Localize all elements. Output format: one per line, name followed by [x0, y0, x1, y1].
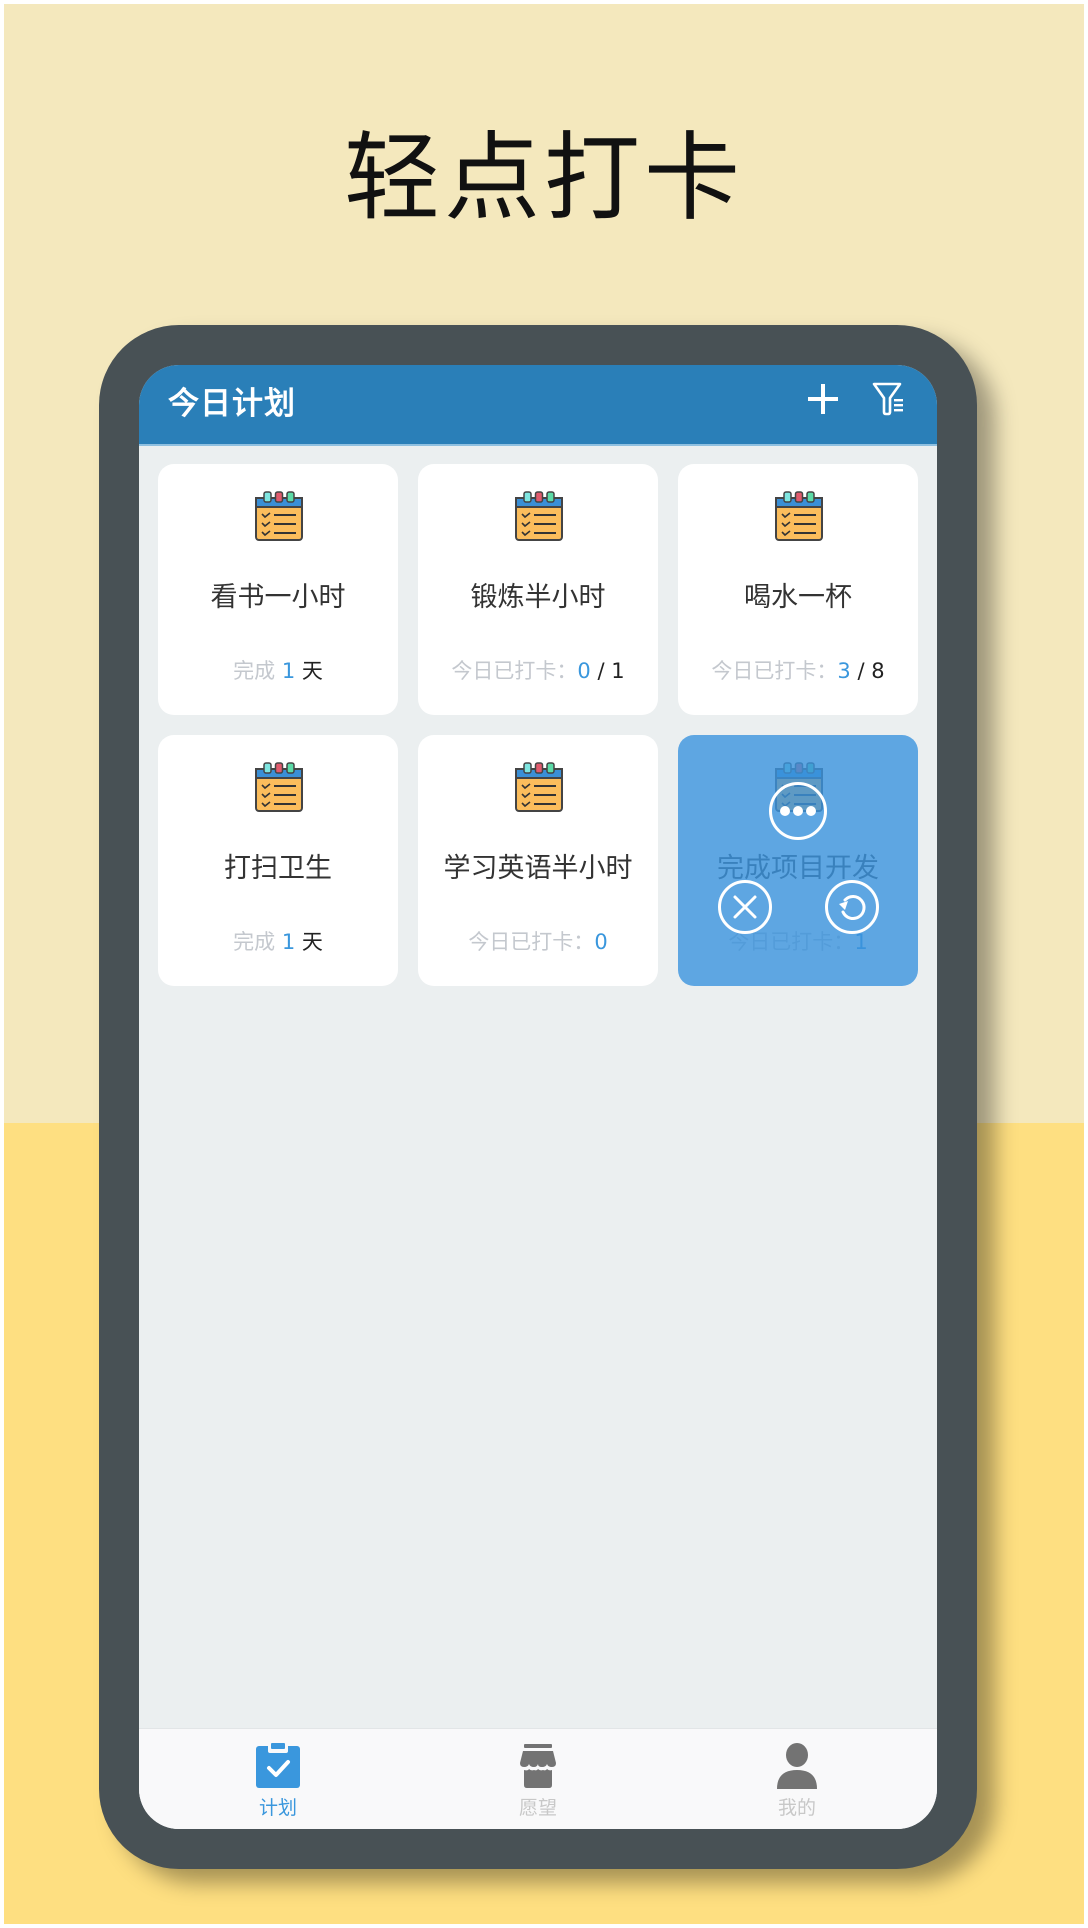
status-suffix: / 1 — [597, 659, 625, 683]
tab-label: 我的 — [777, 1797, 816, 1819]
tab-label: 计划 — [258, 1797, 297, 1819]
plan-title: 锻炼半小时 — [470, 582, 606, 613]
delete-button[interactable] — [718, 880, 772, 934]
status-label: 今日已打卡： — [451, 659, 578, 683]
plan-title: 喝水一杯 — [744, 582, 852, 613]
undo-icon — [839, 895, 866, 920]
status-label: 完成 — [233, 930, 276, 954]
status-suffix: 天 — [301, 659, 323, 683]
bottom-tab-bar: 计划 愿望 我的 — [139, 1728, 937, 1829]
plan-status: 完成 1 天 — [158, 927, 398, 957]
clipboard-check-icon — [256, 1743, 300, 1788]
status-count: 1 — [281, 659, 296, 683]
checklist-notepad-icon — [255, 491, 303, 541]
filter-icon — [872, 382, 903, 416]
status-suffix: 天 — [301, 930, 323, 954]
status-label: 今日已打卡： — [468, 930, 595, 954]
status-label: 完成 — [233, 659, 276, 683]
checklist-notepad-icon — [255, 762, 303, 812]
plan-status: 今日已打卡：3 / 8 — [678, 656, 918, 686]
plan-status: 完成 1 天 — [158, 656, 398, 686]
plan-card[interactable]: 看书一小时 完成 1 天 — [158, 464, 398, 715]
status-count: 3 — [837, 659, 851, 683]
plus-icon — [808, 384, 838, 414]
plan-title: 打扫卫生 — [224, 853, 332, 884]
user-icon — [777, 1743, 817, 1789]
app-screen: 今日计划 看书一小时 完成 1 天 锻炼半小时 今日已打卡：0 / 1 喝水一杯… — [139, 365, 937, 1829]
plan-card-selected[interactable]: 完成项目开发 今日已打卡：1 — [678, 735, 918, 986]
store-icon — [520, 1744, 556, 1788]
plan-status: 今日已打卡：0 — [418, 927, 658, 957]
card-action-overlay — [678, 735, 918, 986]
tab-wish[interactable]: 愿望 — [478, 1729, 598, 1829]
filter-button[interactable] — [869, 379, 909, 419]
status-suffix: / 8 — [857, 659, 885, 683]
plan-card[interactable]: 学习英语半小时 今日已打卡：0 — [418, 735, 658, 986]
plan-title: 学习英语半小时 — [443, 853, 633, 884]
plan-title: 看书一小时 — [210, 582, 346, 613]
status-label: 今日已打卡： — [711, 659, 838, 683]
add-plan-button[interactable] — [803, 379, 843, 419]
undo-button[interactable] — [825, 880, 879, 934]
promo-title: 轻点打卡 — [344, 122, 744, 234]
status-count: 1 — [281, 930, 296, 954]
plan-card[interactable]: 喝水一杯 今日已打卡：3 / 8 — [678, 464, 918, 715]
plan-status: 今日已打卡：0 / 1 — [418, 656, 658, 686]
more-button[interactable] — [769, 782, 827, 840]
tab-mine[interactable]: 我的 — [737, 1729, 857, 1829]
close-icon — [733, 895, 757, 919]
tab-plan[interactable]: 计划 — [218, 1729, 338, 1829]
checklist-notepad-icon — [775, 491, 823, 541]
checklist-notepad-icon — [515, 491, 563, 541]
plan-card[interactable]: 锻炼半小时 今日已打卡：0 / 1 — [418, 464, 658, 715]
status-count: 0 — [594, 930, 608, 954]
more-icon — [780, 806, 816, 816]
tab-label: 愿望 — [518, 1797, 557, 1819]
app-header: 今日计划 — [139, 365, 937, 446]
plan-card[interactable]: 打扫卫生 完成 1 天 — [158, 735, 398, 986]
page-title: 今日计划 — [168, 386, 296, 422]
checklist-notepad-icon — [515, 762, 563, 812]
status-count: 0 — [577, 659, 591, 683]
